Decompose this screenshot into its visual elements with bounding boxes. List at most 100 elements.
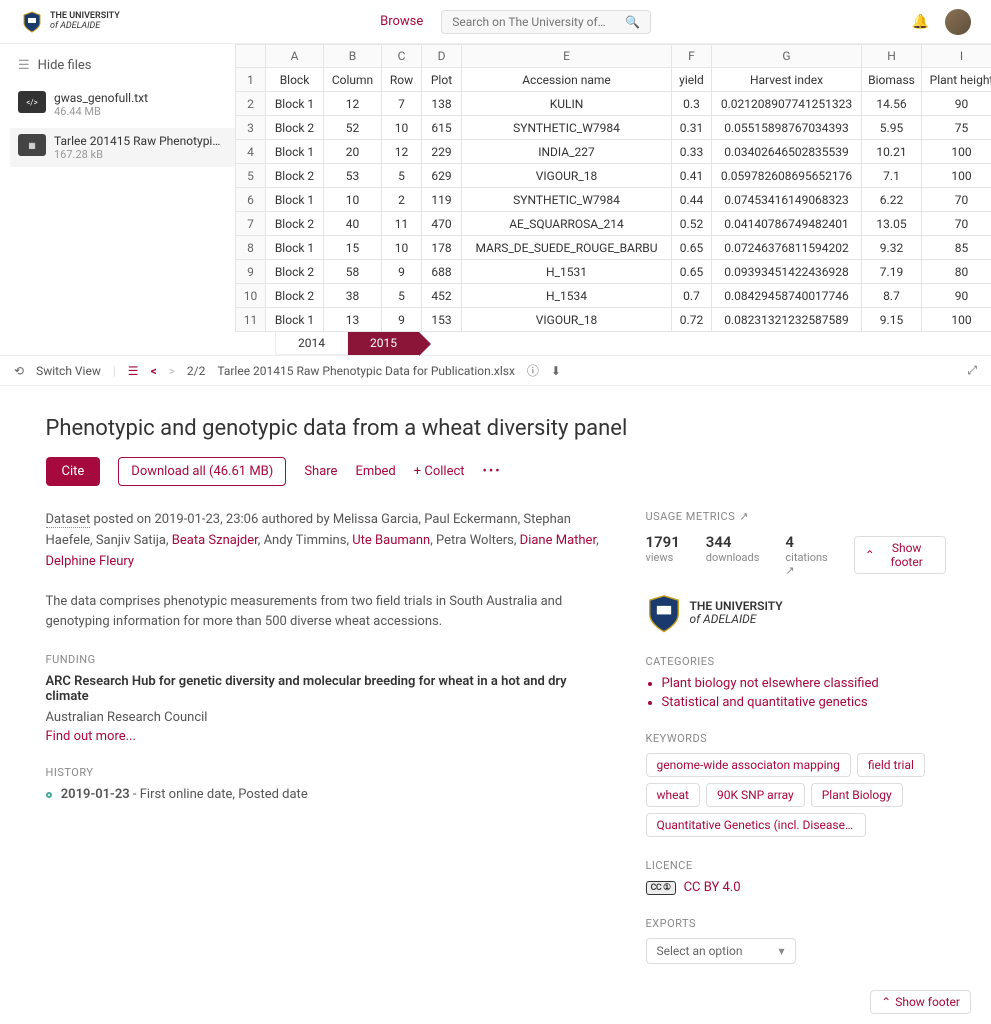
more-actions-button[interactable]: •••	[483, 464, 502, 479]
data-cell: 13	[324, 308, 382, 332]
data-cell: 0.52	[672, 212, 712, 236]
row-number[interactable]: 8	[236, 236, 266, 260]
data-cell: SYNTHETIC_W7984	[462, 188, 672, 212]
col-letter[interactable]: E	[462, 45, 672, 68]
data-cell: Block 1	[266, 140, 324, 164]
data-cell: 0.0724637681159420​2	[712, 236, 862, 260]
keyword-tag[interactable]: wheat	[646, 783, 700, 807]
cite-button[interactable]: Cite	[46, 457, 101, 486]
row-number[interactable]: 1	[236, 68, 266, 92]
keywords-heading: KEYWORDS	[646, 732, 946, 745]
refresh-icon[interactable]: ⟲	[14, 364, 24, 378]
data-cell: 100	[922, 308, 991, 332]
embed-link[interactable]: Embed	[355, 464, 395, 479]
search-input[interactable]	[452, 15, 625, 29]
top-header: THE UNIVERSITYof ADELAIDE Browse 🔍 🔔	[0, 0, 991, 44]
search-box[interactable]: 🔍	[441, 10, 651, 34]
file-index: 2/2	[187, 364, 205, 378]
row-number[interactable]: 11	[236, 308, 266, 332]
row-number[interactable]: 5	[236, 164, 266, 188]
keyword-tag[interactable]: genome-wide associaton mapping	[646, 753, 851, 777]
user-avatar[interactable]	[945, 9, 971, 35]
external-link-icon[interactable]: ↗	[739, 510, 749, 523]
col-letter[interactable]: G	[712, 45, 862, 68]
row-number[interactable]: 9	[236, 260, 266, 284]
category-link[interactable]: Statistical and quantitative genetics	[662, 695, 946, 710]
row-number[interactable]: 3	[236, 116, 266, 140]
keyword-tag[interactable]: 90K SNP array	[706, 783, 805, 807]
data-cell: 10.21	[862, 140, 922, 164]
file-item[interactable]: ▦Tarlee 201415 Raw Phenotypic Data f….xl…	[10, 128, 235, 167]
data-cell: 0.0823132123258758​9	[712, 308, 862, 332]
row-number[interactable]: 6	[236, 188, 266, 212]
switch-view-button[interactable]: Switch View	[36, 364, 101, 378]
header-cell: Column	[324, 68, 382, 92]
data-cell: Block 2	[266, 116, 324, 140]
author-link[interactable]: Diane Mather	[520, 533, 596, 548]
keyword-tag[interactable]: Plant Biology	[811, 783, 903, 807]
funding-title: ARC Research Hub for genetic diversity a…	[46, 674, 606, 704]
author-link[interactable]: Beata Sznajder	[172, 533, 258, 548]
search-icon[interactable]: 🔍	[625, 15, 640, 29]
data-cell: 2	[382, 188, 422, 212]
data-cell: Block 2	[266, 260, 324, 284]
share-link[interactable]: Share	[304, 464, 337, 479]
page-title: Phenotypic and genotypic data from a whe…	[46, 416, 946, 441]
institution-logo-large[interactable]: THE UNIVERSITYof ADELAIDE	[646, 593, 946, 633]
next-file-button[interactable]: >	[169, 364, 175, 378]
notifications-icon[interactable]: 🔔	[912, 14, 929, 30]
data-cell: 38	[324, 284, 382, 308]
prev-file-button[interactable]: <	[151, 364, 157, 378]
data-cell: 13.05	[862, 212, 922, 236]
file-item[interactable]: </>gwas_genofull.txt46.44 MB	[10, 85, 235, 124]
data-cell: INDIA_227	[462, 140, 672, 164]
licence-link[interactable]: CC BY 4.0	[684, 880, 741, 895]
exports-select[interactable]: Select an option ▾	[646, 938, 796, 964]
keyword-tag[interactable]: field trial	[857, 753, 925, 777]
row-number[interactable]: 10	[236, 284, 266, 308]
col-letter[interactable]: B	[324, 45, 382, 68]
data-cell: Block 1	[266, 236, 324, 260]
sheet-tab[interactable]: 2015	[348, 332, 419, 355]
col-letter[interactable]: F	[672, 45, 712, 68]
row-number[interactable]: 4	[236, 140, 266, 164]
row-number[interactable]: 7	[236, 212, 266, 236]
col-letter[interactable]: I	[922, 45, 991, 68]
col-letter[interactable]: C	[382, 45, 422, 68]
show-footer-button[interactable]: ⌃Show footer	[854, 536, 946, 574]
data-cell: H_1531	[462, 260, 672, 284]
col-letter[interactable]: D	[422, 45, 462, 68]
author-link[interactable]: Delphine Fleury	[46, 554, 135, 569]
author-link[interactable]: Ute Baumann	[352, 533, 430, 548]
data-cell: H_1534	[462, 284, 672, 308]
data-cell: 10	[324, 188, 382, 212]
category-link[interactable]: Plant biology not elsewhere classified	[662, 676, 946, 691]
col-letter[interactable]: H	[862, 45, 922, 68]
file-name: gwas_genofull.txt	[54, 91, 148, 105]
data-cell: 0.0842945874001774​6	[712, 284, 862, 308]
data-cell: 0.65	[672, 236, 712, 260]
data-cell: 0.7	[672, 284, 712, 308]
data-cell: 70	[922, 188, 991, 212]
data-cell: 14.56	[862, 92, 922, 116]
data-cell: 0.65	[672, 260, 712, 284]
browse-link[interactable]: Browse	[380, 14, 423, 29]
data-cell: 688	[422, 260, 462, 284]
list-view-icon[interactable]: ☰	[128, 364, 139, 378]
download-all-button[interactable]: Download all (46.61 MB)	[118, 457, 286, 486]
collect-link[interactable]: + Collect	[414, 464, 465, 479]
row-number[interactable]: 2	[236, 92, 266, 116]
col-letter[interactable]: A	[266, 45, 324, 68]
data-cell: 0.0414078674948240​1	[712, 212, 862, 236]
show-footer-fixed-button[interactable]: ⌃Show footer	[870, 990, 971, 1014]
find-out-more-link[interactable]: Find out more...	[46, 729, 136, 744]
keyword-tag[interactable]: Quantitative Genetics (incl. Disease and…	[646, 813, 866, 837]
institution-logo[interactable]: THE UNIVERSITYof ADELAIDE	[20, 10, 120, 34]
info-icon[interactable]: ⓘ	[527, 362, 539, 379]
download-file-icon[interactable]: ⬇	[551, 364, 561, 378]
fullscreen-icon[interactable]: ⤢	[967, 363, 977, 378]
hide-files-toggle[interactable]: ☰ Hide files	[10, 54, 235, 77]
data-cell: SYNTHETIC_W7984	[462, 116, 672, 140]
sheet-tab[interactable]: 2014	[275, 332, 348, 355]
data-cell: Block 2	[266, 284, 324, 308]
